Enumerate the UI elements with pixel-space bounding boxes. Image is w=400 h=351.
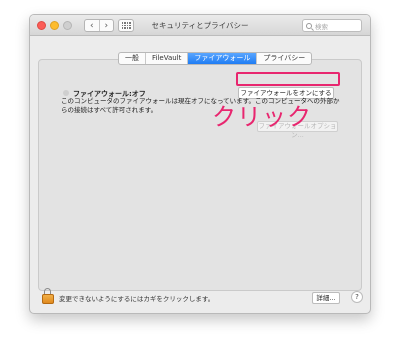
title-bar: ‹ › セキュリティとプライバシー 検索 xyxy=(30,15,370,36)
tab-general[interactable]: 一般 xyxy=(119,53,145,64)
tab-privacy[interactable]: プライバシー xyxy=(256,53,311,64)
lock-instruction-text: 変更できないようにするにはカギをクリックします。 xyxy=(59,295,215,303)
details-button[interactable]: 詳細... xyxy=(312,292,340,304)
status-dot-icon xyxy=(63,90,69,96)
click-annotation-label: クリック xyxy=(212,103,312,131)
search-icon xyxy=(306,22,312,29)
help-button[interactable]: ? xyxy=(351,291,363,303)
search-placeholder: 検索 xyxy=(315,22,328,31)
tab-filevault[interactable]: FileVault xyxy=(145,53,187,64)
click-highlight-box xyxy=(236,72,340,86)
lock-icon[interactable] xyxy=(42,288,54,304)
tab-firewall[interactable]: ファイアウォール xyxy=(187,53,257,64)
tab-bar: 一般 FileVault ファイアウォール プライバシー xyxy=(118,52,313,65)
search-input[interactable]: 検索 xyxy=(302,19,362,32)
preferences-window: ‹ › セキュリティとプライバシー 検索 一般 FileVault ファイアウォ… xyxy=(29,14,371,314)
